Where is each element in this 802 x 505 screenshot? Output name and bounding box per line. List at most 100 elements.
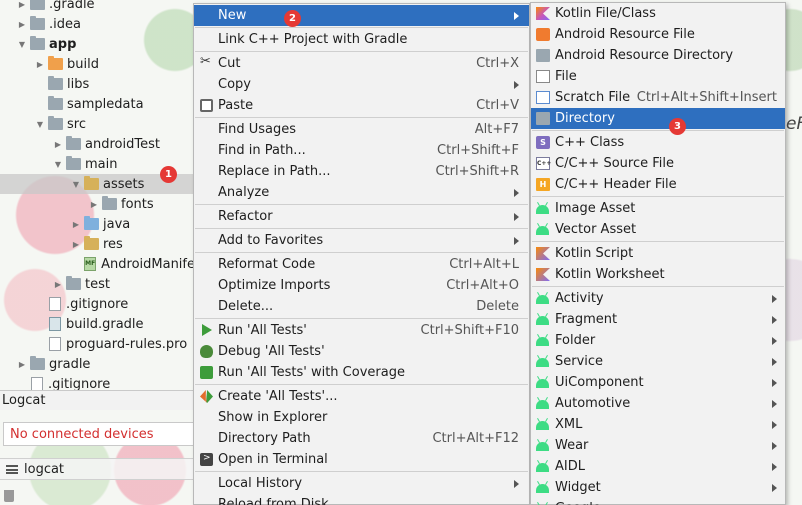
- folder-icon: [30, 16, 45, 30]
- submenu-item-c-c-source-file[interactable]: C++ C/C++ Source File: [531, 153, 785, 174]
- menu-item-find-in-path[interactable]: Find in Path... Ctrl+Shift+F: [194, 140, 529, 161]
- submenu-item-scratch-file[interactable]: Scratch File Ctrl+Alt+Shift+Insert: [531, 87, 785, 108]
- menu-item-new[interactable]: New: [194, 5, 529, 26]
- folder-icon: [48, 76, 63, 90]
- chevron-right-icon[interactable]: ▶: [52, 280, 64, 289]
- list-icon: [6, 464, 18, 474]
- android-icon: [536, 442, 549, 451]
- device-selector[interactable]: No connected devices: [3, 422, 194, 446]
- chevron-right-icon[interactable]: ▶: [16, 360, 28, 369]
- submenu-item-widget[interactable]: Widget: [531, 477, 785, 498]
- submenu-item-label: Android Resource Directory: [555, 48, 734, 63]
- file-icon: [536, 70, 550, 83]
- tree-item-app[interactable]: ▼ app: [0, 34, 195, 54]
- menu-item-local-history[interactable]: Local History: [194, 473, 529, 494]
- submenu-item-service[interactable]: Service: [531, 351, 785, 372]
- submenu-item-image-asset[interactable]: Image Asset: [531, 198, 785, 219]
- submenu-item-android-resource-file[interactable]: Android Resource File: [531, 24, 785, 45]
- chevron-right-icon[interactable]: ▶: [70, 220, 82, 229]
- tree-item-src[interactable]: ▼ src: [0, 114, 195, 134]
- menu-item-link-c-project-with-gradle[interactable]: Link C++ Project with Gradle: [194, 29, 529, 50]
- submenu-item-folder[interactable]: Folder: [531, 330, 785, 351]
- menu-item-run-all-tests[interactable]: Run 'All Tests' Ctrl+Shift+F10: [194, 320, 529, 341]
- trash-icon[interactable]: [4, 490, 14, 502]
- menu-item-analyze[interactable]: Analyze: [194, 182, 529, 203]
- tree-item-gradle[interactable]: ▶ .gradle: [0, 0, 195, 14]
- logcat-tab[interactable]: logcat: [0, 458, 195, 480]
- submenu-arrow-icon: [772, 483, 777, 492]
- tree-item-androidtest[interactable]: ▶ androidTest: [0, 134, 195, 154]
- submenu-item-wear[interactable]: Wear: [531, 435, 785, 456]
- manifest-file-icon: MF: [84, 257, 97, 271]
- tree-item-java[interactable]: ▶ java: [0, 214, 195, 234]
- tree-item-gitignore[interactable]: .gitignore: [0, 294, 195, 314]
- tree-item-test[interactable]: ▶ test: [0, 274, 195, 294]
- menu-item-add-to-favorites[interactable]: Add to Favorites: [194, 230, 529, 251]
- chevron-right-icon[interactable]: ▶: [16, 0, 28, 9]
- submenu-item-fragment[interactable]: Fragment: [531, 309, 785, 330]
- submenu-item-kotlin-worksheet[interactable]: Kotlin Worksheet: [531, 264, 785, 285]
- menu-item-debug-all-tests[interactable]: Debug 'All Tests': [194, 341, 529, 362]
- chevron-right-icon[interactable]: ▶: [70, 240, 82, 249]
- tree-item-sampledata[interactable]: sampledata: [0, 94, 195, 114]
- menu-separator: [532, 241, 784, 242]
- chevron-down-icon[interactable]: ▼: [70, 180, 82, 189]
- submenu-item-automotive[interactable]: Automotive: [531, 393, 785, 414]
- submenu-item-kotlin-file-class[interactable]: Kotlin File/Class: [531, 3, 785, 24]
- submenu-item-uicomponent[interactable]: UiComponent: [531, 372, 785, 393]
- tree-item-idea[interactable]: ▶ .idea: [0, 14, 195, 34]
- android-icon: [536, 379, 549, 388]
- menu-item-cut[interactable]: Cut Ctrl+X: [194, 53, 529, 74]
- submenu-item-activity[interactable]: Activity: [531, 288, 785, 309]
- chevron-right-icon[interactable]: ▶: [52, 140, 64, 149]
- tree-item-res[interactable]: ▶ res: [0, 234, 195, 254]
- tree-item-build-gradle[interactable]: build.gradle: [0, 314, 195, 334]
- project-tree[interactable]: ▶ .gradle ▶ .idea ▼ app ▶ build libs sampledata ▼ s…: [0, 0, 195, 392]
- menu-item-create-all-tests[interactable]: Create 'All Tests'...: [194, 386, 529, 407]
- chevron-down-icon[interactable]: ▼: [16, 40, 28, 49]
- coverage-icon: [200, 366, 213, 379]
- submenu-item-c-class[interactable]: S C++ Class: [531, 132, 785, 153]
- chevron-right-icon[interactable]: ▶: [34, 60, 46, 69]
- tree-item-androidmanife[interactable]: MF AndroidManife: [0, 254, 195, 274]
- tree-item-proguard-rules-pro[interactable]: proguard-rules.pro: [0, 334, 195, 354]
- menu-item-paste[interactable]: Paste Ctrl+V: [194, 95, 529, 116]
- menu-item-directory-path[interactable]: Directory Path Ctrl+Alt+F12: [194, 428, 529, 449]
- chevron-right-icon[interactable]: ▶: [16, 20, 28, 29]
- tree-item-gradle[interactable]: ▶ gradle: [0, 354, 195, 374]
- menu-item-replace-in-path[interactable]: Replace in Path... Ctrl+Shift+R: [194, 161, 529, 182]
- menu-item-open-in-terminal[interactable]: Open in Terminal: [194, 449, 529, 470]
- menu-item-optimize-imports[interactable]: Optimize Imports Ctrl+Alt+O: [194, 275, 529, 296]
- chevron-right-icon[interactable]: ▶: [88, 200, 100, 209]
- chevron-down-icon[interactable]: ▼: [52, 160, 64, 169]
- tree-item-libs[interactable]: libs: [0, 74, 195, 94]
- submenu-item-google[interactable]: Google: [531, 498, 785, 505]
- menu-item-copy[interactable]: Copy: [194, 74, 529, 95]
- tree-item-label: sampledata: [67, 96, 144, 112]
- menu-item-label: Directory Path: [218, 431, 311, 446]
- menu-item-run-all-tests-with-coverage[interactable]: Run 'All Tests' with Coverage: [194, 362, 529, 383]
- chevron-down-icon[interactable]: ▼: [34, 120, 46, 129]
- tree-item-fonts[interactable]: ▶ fonts: [0, 194, 195, 214]
- menu-item-reload-from-disk[interactable]: Reload from Disk: [194, 494, 529, 505]
- menu-item-find-usages[interactable]: Find Usages Alt+F7: [194, 119, 529, 140]
- submenu-item-xml[interactable]: XML: [531, 414, 785, 435]
- menu-item-delete[interactable]: Delete... Delete: [194, 296, 529, 317]
- menu-item-shortcut: Ctrl+Shift+R: [435, 164, 520, 179]
- menu-separator: [532, 196, 784, 197]
- submenu-item-android-resource-directory[interactable]: Android Resource Directory: [531, 45, 785, 66]
- header-icon: H: [536, 178, 550, 191]
- submenu-item-vector-asset[interactable]: Vector Asset: [531, 219, 785, 240]
- android-icon: [536, 316, 549, 325]
- submenu-item-file[interactable]: File: [531, 66, 785, 87]
- menu-item-label: Link C++ Project with Gradle: [218, 32, 408, 47]
- submenu-item-directory[interactable]: Directory: [531, 108, 785, 129]
- cpp-icon: S: [536, 136, 550, 149]
- menu-item-refactor[interactable]: Refactor: [194, 206, 529, 227]
- tree-item-build[interactable]: ▶ build: [0, 54, 195, 74]
- submenu-item-aidl[interactable]: AIDL: [531, 456, 785, 477]
- menu-item-reformat-code[interactable]: Reformat Code Ctrl+Alt+L: [194, 254, 529, 275]
- submenu-item-c-c-header-file[interactable]: H C/C++ Header File: [531, 174, 785, 195]
- menu-item-show-in-explorer[interactable]: Show in Explorer: [194, 407, 529, 428]
- submenu-item-kotlin-script[interactable]: Kotlin Script: [531, 243, 785, 264]
